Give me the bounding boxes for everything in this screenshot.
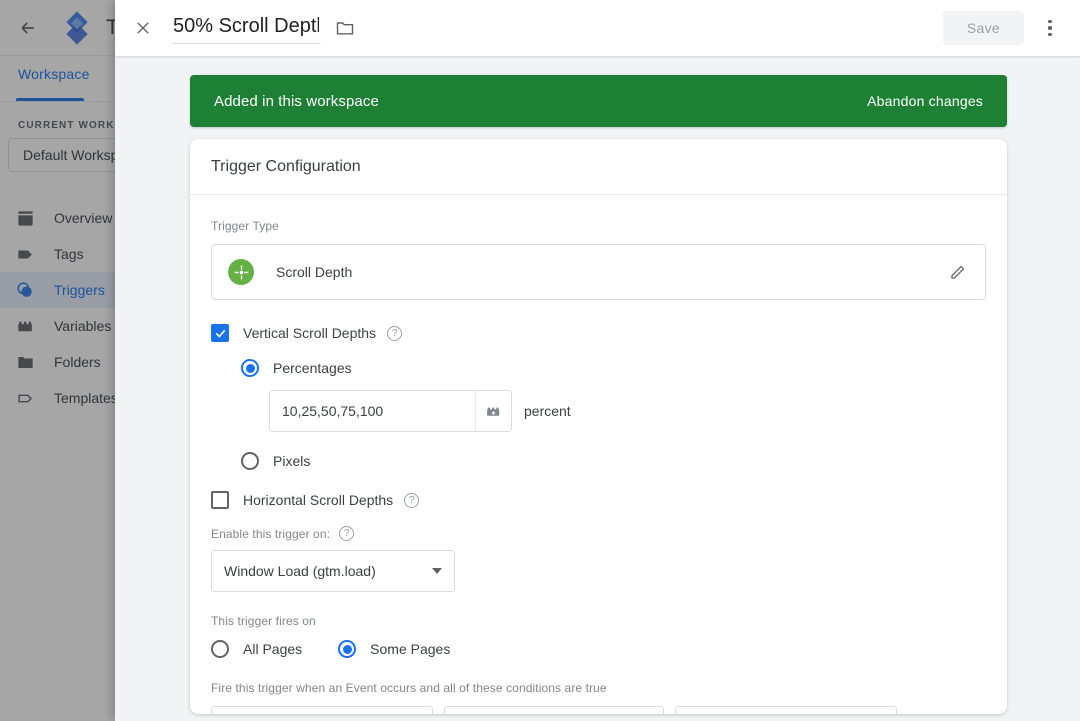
some-pages-label: Some Pages <box>370 641 451 657</box>
save-button[interactable]: Save <box>942 11 1024 45</box>
some-pages-radio[interactable] <box>338 640 357 658</box>
all-pages-label: All Pages <box>243 641 303 657</box>
all-pages-radio[interactable] <box>211 640 229 658</box>
fires-on-label: This trigger fires on <box>211 614 316 628</box>
help-icon[interactable]: ? <box>339 526 355 541</box>
enable-trigger-on-label: Enable this trigger on: <box>211 526 331 541</box>
enable-trigger-on-select[interactable]: Window Load (gtm.load) <box>211 550 455 592</box>
vertical-scroll-depths-row: Vertical Scroll Depths ? <box>211 324 986 342</box>
percentages-input-row: percent <box>269 390 986 432</box>
more-options-icon[interactable] <box>1030 8 1070 48</box>
horizontal-scroll-depths-label: Horizontal Scroll Depths <box>243 492 394 508</box>
workspace-status-banner: Added in this workspace Abandon changes <box>190 75 1007 127</box>
horizontal-scroll-depths-checkbox[interactable] <box>211 491 229 509</box>
condition-row: Scroll Depth Threshold greater than or e… <box>211 706 986 714</box>
trigger-edit-modal: Save Added in this workspace Abandon cha… <box>115 0 1080 721</box>
chevron-down-icon <box>432 568 442 574</box>
vertical-scroll-depths-label: Vertical Scroll Depths <box>243 325 377 341</box>
fires-on-radio-group: All Pages Some Pages <box>211 640 986 658</box>
screen: Tag Manager Workspace CURRENT WORKSPACE … <box>0 0 1080 721</box>
close-icon[interactable] <box>115 0 171 56</box>
percentages-input-wrap <box>269 390 512 432</box>
trigger-configuration-card: Trigger Configuration Trigger Type Scrol… <box>190 139 1007 714</box>
vertical-scroll-depths-checkbox[interactable] <box>211 324 229 342</box>
trigger-type-value: Scroll Depth <box>276 264 353 280</box>
pencil-icon[interactable] <box>948 263 967 282</box>
condition-variable-select[interactable]: Scroll Depth Threshold <box>211 706 433 714</box>
pixels-label: Pixels <box>273 453 311 469</box>
horizontal-scroll-depths-row: Horizontal Scroll Depths ? <box>211 491 986 509</box>
trigger-name-input[interactable] <box>171 12 321 44</box>
condition-operator-select[interactable]: greater than or equal to <box>443 706 665 714</box>
card-body: Trigger Type Scroll Depth Vertical Scrol… <box>190 195 1007 714</box>
trigger-type-box[interactable]: Scroll Depth <box>211 244 986 300</box>
abandon-changes-button[interactable]: Abandon changes <box>867 93 983 109</box>
modal-actions: Save <box>942 0 1070 56</box>
pixels-radio-row: Pixels <box>241 452 986 470</box>
percentages-radio-row: Percentages <box>241 359 986 377</box>
insert-variable-icon[interactable] <box>475 391 511 431</box>
modal-top-bar: Save <box>115 0 1080 56</box>
help-icon[interactable]: ? <box>404 492 420 508</box>
percentages-label: Percentages <box>273 360 352 376</box>
trigger-type-label: Trigger Type <box>211 219 279 233</box>
percentages-radio[interactable] <box>241 359 259 377</box>
percentages-input[interactable] <box>270 391 475 431</box>
pixels-radio[interactable] <box>241 452 259 470</box>
banner-message: Added in this workspace <box>214 92 379 110</box>
condition-value-input[interactable] <box>675 706 898 714</box>
card-title: Trigger Configuration <box>190 139 1007 195</box>
enable-trigger-on-label-row: Enable this trigger on: ? <box>211 526 986 541</box>
enable-trigger-on-value: Window Load (gtm.load) <box>224 563 376 579</box>
scroll-depth-icon <box>228 259 254 285</box>
help-icon[interactable]: ? <box>387 325 403 341</box>
percent-unit-label: percent <box>524 403 571 419</box>
conditions-label: Fire this trigger when an Event occurs a… <box>211 681 607 695</box>
folder-move-icon[interactable] <box>335 18 355 38</box>
trigger-name-area <box>171 12 355 44</box>
